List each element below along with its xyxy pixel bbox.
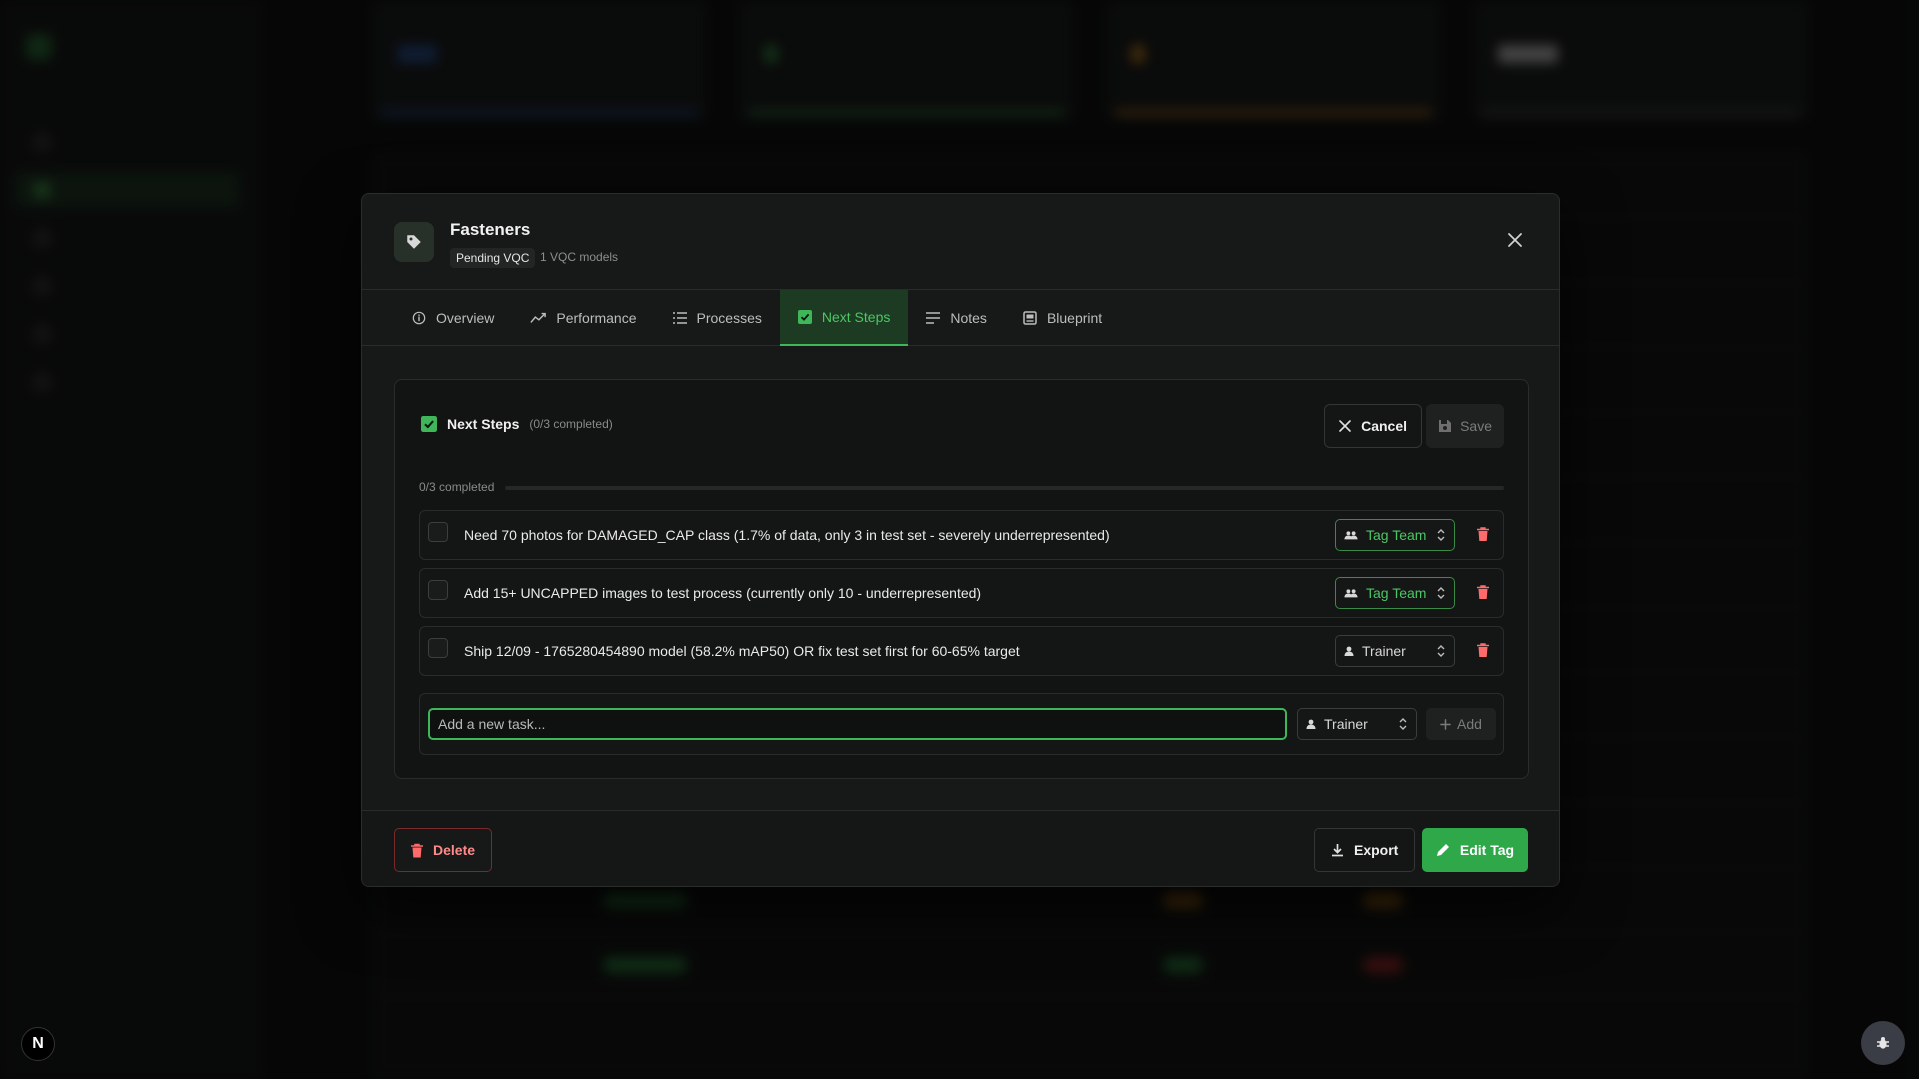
progress-label: 0/3 completed [419, 480, 495, 494]
tab-next-steps[interactable]: Next Steps [779, 290, 909, 346]
tab-processes[interactable]: Processes [655, 290, 780, 346]
close-icon [1508, 233, 1522, 247]
bug-icon [1877, 1037, 1889, 1049]
tab-label: Performance [556, 310, 637, 326]
trash-icon [1477, 527, 1489, 541]
notes-lines-icon [926, 312, 941, 324]
panel-heading: Next Steps (0/3 completed) [421, 416, 613, 432]
check-square-icon [421, 416, 437, 432]
task-assignee-select[interactable]: Tag Team [1335, 519, 1455, 551]
bug-report-button[interactable] [1861, 1021, 1905, 1065]
task-text: Need 70 photos for DAMAGED_CAP class (1.… [464, 527, 1110, 543]
assignee-label: Trainer [1362, 643, 1406, 659]
delete-button[interactable]: Delete [394, 828, 493, 872]
check-square-icon [797, 310, 812, 324]
cancel-button[interactable]: Cancel [1324, 404, 1422, 448]
tag-icon [394, 222, 434, 262]
trash-icon [1477, 585, 1489, 599]
assignee-label: Tag Team [1366, 527, 1427, 543]
cancel-label: Cancel [1361, 418, 1407, 434]
trash-icon [1477, 643, 1489, 657]
assignee-label: Tag Team [1366, 585, 1427, 601]
task-assignee-select[interactable]: Tag Team [1335, 577, 1455, 609]
tab-label: Next Steps [821, 309, 891, 325]
chevron-up-down-icon [1399, 718, 1407, 730]
tab-blueprint[interactable]: Blueprint [1005, 290, 1120, 346]
task-row: Ship 12/09 - 1765280454890 model (58.2% … [419, 626, 1504, 676]
panel-title: Next Steps [447, 416, 520, 432]
task-row: Need 70 photos for DAMAGED_CAP class (1.… [419, 510, 1504, 560]
tab-bar: Overview Performance Processes Next Step… [362, 290, 1559, 346]
tab-performance[interactable]: Performance [512, 290, 654, 346]
save-label: Save [1460, 418, 1492, 434]
framework-badge[interactable]: N [21, 1027, 55, 1061]
blueprint-icon [1023, 311, 1037, 325]
task-text: Add 15+ UNCAPPED images to test process … [464, 585, 982, 601]
chevron-up-down-icon [1437, 587, 1445, 599]
new-task-assignee-select[interactable]: Trainer [1297, 708, 1417, 740]
delete-task-button[interactable] [1477, 643, 1489, 662]
modal-footer: Delete Export Edit Tag [362, 810, 1559, 886]
trash-icon [411, 843, 423, 857]
task-text: Ship 12/09 - 1765280454890 model (58.2% … [464, 643, 1020, 659]
chevron-up-down-icon [1437, 645, 1445, 657]
assignee-label: Trainer [1324, 716, 1368, 732]
delete-label: Delete [433, 842, 476, 858]
info-circle-icon [412, 311, 426, 325]
task-assignee-select[interactable]: Trainer [1335, 635, 1455, 667]
export-label: Export [1354, 842, 1399, 858]
team-icon [1344, 531, 1358, 540]
pencil-icon [1436, 844, 1449, 856]
tab-overview[interactable]: Overview [394, 290, 512, 346]
close-icon [1339, 420, 1351, 432]
delete-task-button[interactable] [1477, 527, 1489, 546]
progress-bar [505, 486, 1504, 490]
status-badge: Pending VQC [450, 248, 536, 268]
plus-icon [1440, 718, 1451, 730]
new-task-input[interactable] [428, 708, 1287, 740]
task-checkbox[interactable] [428, 580, 448, 600]
panel-subtitle: (0/3 completed) [529, 417, 613, 431]
task-row: Add 15+ UNCAPPED images to test process … [419, 568, 1504, 618]
modal-title: Fasteners [450, 220, 531, 239]
team-icon [1344, 589, 1358, 598]
tab-label: Overview [436, 310, 495, 326]
close-button[interactable] [1503, 228, 1527, 252]
export-button[interactable]: Export [1314, 828, 1416, 872]
task-checkbox[interactable] [428, 522, 448, 542]
trend-line-icon [530, 312, 547, 323]
person-icon [1344, 646, 1354, 656]
tab-label: Blueprint [1046, 310, 1103, 326]
task-checkbox[interactable] [428, 638, 448, 658]
tag-detail-modal: Fasteners Pending VQC 1 VQC models Overv… [361, 193, 1560, 887]
add-label: Add [1457, 716, 1482, 732]
delete-task-button[interactable] [1477, 585, 1489, 604]
chevron-up-down-icon [1437, 529, 1445, 541]
download-icon [1332, 844, 1343, 857]
add-task-button[interactable]: Add [1426, 708, 1496, 740]
save-button[interactable]: Save [1426, 404, 1504, 448]
add-task-row: Trainer Add [419, 693, 1504, 755]
tab-label: Notes [950, 310, 987, 326]
list-icon [672, 312, 687, 324]
tab-label: Processes [696, 310, 762, 326]
floppy-disk-icon [1439, 420, 1452, 432]
person-icon [1306, 719, 1316, 729]
edit-label: Edit Tag [1459, 842, 1515, 858]
tab-notes[interactable]: Notes [908, 290, 1005, 346]
models-count: 1 VQC models [540, 250, 619, 264]
modal-header: Fasteners Pending VQC 1 VQC models [362, 194, 1559, 290]
next-steps-panel: Next Steps (0/3 completed) Cancel Save 0… [394, 379, 1529, 779]
edit-tag-button[interactable]: Edit Tag [1422, 828, 1528, 872]
